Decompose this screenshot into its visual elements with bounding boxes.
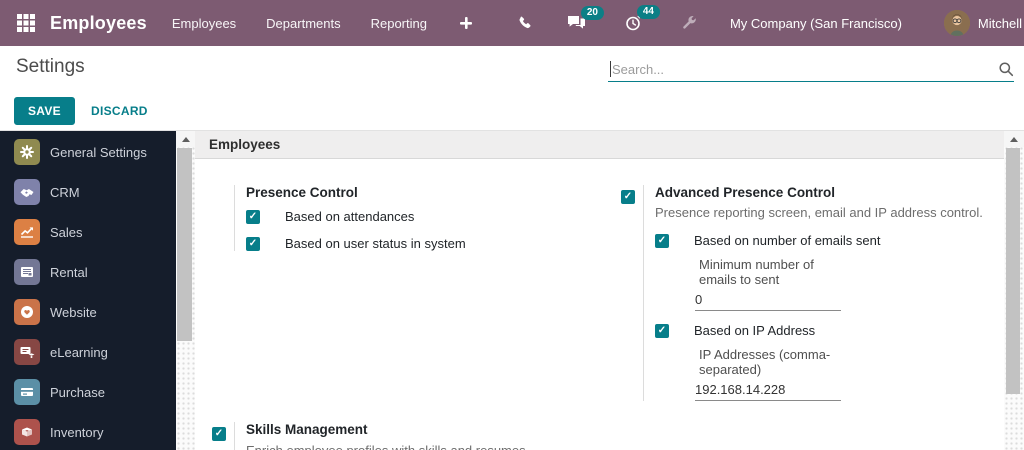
ip-address-label[interactable]: Based on IP Address	[694, 323, 815, 338]
list-icon	[14, 259, 40, 285]
option-row: Based on attendances	[246, 209, 621, 224]
search-input[interactable]	[608, 59, 998, 79]
advanced-presence-title: Advanced Presence Control	[655, 185, 836, 200]
sidebar-item-label: eLearning	[50, 344, 108, 360]
control-panel: Settings SAVE DISCARD	[0, 46, 1024, 130]
skills-management-title: Skills Management	[246, 422, 368, 438]
option-row: Based on user status in system	[246, 236, 621, 251]
messages-icon[interactable]: 20	[556, 6, 604, 31]
menu-employees[interactable]: Employees	[157, 0, 251, 46]
option-row: Based on IP Address	[655, 323, 996, 338]
settings-sidebar: General Settings CRM Sales Rental Websit…	[0, 131, 176, 450]
skills-management-description: Enrich employee profiles with skills and…	[246, 443, 621, 450]
odoo-settings-page: Employees Employees Departments Reportin…	[0, 0, 1024, 450]
advanced-presence-description: Presence reporting screen, email and IP …	[655, 205, 983, 221]
gear-icon	[14, 139, 40, 165]
emails-sent-checkbox[interactable]	[655, 233, 669, 248]
current-app-title: Employees	[50, 12, 147, 33]
setting-left-pane	[621, 185, 643, 401]
user-menu[interactable]: Mitchell Admin	[943, 10, 1024, 36]
emails-sent-label[interactable]: Based on number of emails sent	[694, 233, 880, 248]
option-row: Based on number of emails sent	[655, 233, 996, 248]
activities-clock-icon[interactable]: 44	[614, 5, 660, 32]
user-name: Mitchell Admin	[977, 15, 1024, 31]
company-switcher[interactable]: My Company (San Francisco)	[730, 16, 902, 31]
advanced-presence-box: Advanced Presence Control Presence repor…	[621, 185, 996, 402]
presence-control-box: Presence Control Based on attendances Ba…	[212, 185, 621, 252]
apps-grid-icon[interactable]	[16, 12, 36, 34]
sidebar-item-inventory[interactable]: Inventory	[0, 412, 176, 450]
save-button[interactable]: SAVE	[14, 97, 75, 125]
scroll-up-arrow[interactable]	[176, 131, 195, 147]
ip-address-checkbox[interactable]	[655, 323, 669, 338]
search-bar	[608, 57, 1014, 82]
sidebar-item-label: Sales	[50, 224, 83, 240]
attendances-checkbox[interactable]	[246, 209, 260, 224]
user-avatar	[943, 10, 970, 36]
sidebar-scrollbar	[176, 131, 195, 450]
search-icon[interactable]	[998, 61, 1014, 77]
menu-departments[interactable]: Departments	[251, 0, 355, 46]
sidebar-item-label: Purchase	[50, 384, 105, 400]
activities-count-badge: 44	[636, 5, 660, 19]
attendances-label[interactable]: Based on attendances	[285, 209, 414, 224]
sidebar-item-label: General Settings	[50, 144, 147, 160]
min-emails-field-group: Minimum number of emails to sent	[695, 257, 845, 312]
presentation-icon	[14, 339, 40, 365]
setting-right-pane: Presence Control Based on attendances Ba…	[234, 185, 621, 252]
plus-icon[interactable]	[448, 16, 484, 30]
user-status-checkbox[interactable]	[246, 236, 260, 251]
sidebar-item-label: Inventory	[50, 424, 104, 440]
scroll-up-arrow[interactable]	[1004, 131, 1024, 147]
page-title: Settings	[16, 56, 85, 77]
advanced-presence-checkbox[interactable]	[621, 190, 635, 204]
handshake-icon	[14, 179, 40, 205]
sidebar-item-general-settings[interactable]: General Settings	[0, 132, 176, 172]
cp-buttons: SAVE DISCARD	[14, 97, 148, 125]
ip-addresses-label: IP Addresses (comma-separated)	[699, 347, 831, 378]
main-area: General Settings CRM Sales Rental Websit…	[0, 130, 1024, 450]
box-icon	[14, 419, 40, 445]
presence-control-title: Presence Control	[246, 185, 358, 200]
ip-addresses-input[interactable]	[695, 379, 841, 402]
sidebar-item-label: Website	[50, 304, 97, 320]
skills-management-box: Skills Management Enrich employee profil…	[212, 422, 621, 450]
setting-left-pane	[212, 422, 234, 450]
card-icon	[14, 379, 40, 405]
sidebar-item-purchase[interactable]: Purchase	[0, 372, 176, 412]
sidebar-item-sales[interactable]: Sales	[0, 212, 176, 252]
menu-reporting[interactable]: Reporting	[356, 0, 442, 46]
user-status-label[interactable]: Based on user status in system	[285, 236, 466, 251]
sidebar-item-website[interactable]: Website	[0, 292, 176, 332]
ip-addresses-field-group: IP Addresses (comma-separated)	[695, 347, 845, 402]
setting-right-pane: Skills Management Enrich employee profil…	[234, 422, 621, 450]
sidebar-item-rental[interactable]: Rental	[0, 252, 176, 292]
content-scrollbar	[1004, 131, 1024, 450]
app-menu: Employees Departments Reporting	[157, 0, 442, 46]
settings-grid: Presence Control Based on attendances Ba…	[195, 159, 1004, 450]
settings-content: Employees Presence Control Based on atte…	[195, 131, 1004, 450]
messages-count-badge: 20	[580, 6, 604, 20]
min-emails-input[interactable]	[695, 289, 841, 312]
phone-icon[interactable]	[506, 15, 544, 31]
setting-right-pane: Advanced Presence Control Presence repor…	[643, 185, 996, 402]
top-navbar: Employees Employees Departments Reportin…	[0, 0, 1024, 46]
text-caret	[610, 61, 611, 77]
chart-icon	[14, 219, 40, 245]
sidebar-item-crm[interactable]: CRM	[0, 172, 176, 212]
sidebar-item-label: CRM	[50, 184, 80, 200]
min-emails-label: Minimum number of emails to sent	[699, 257, 814, 288]
sidebar-scrollbar-thumb[interactable]	[177, 148, 192, 341]
systray: 20 44	[448, 5, 708, 32]
setting-left-pane	[212, 185, 234, 251]
sidebar-item-label: Rental	[50, 264, 88, 280]
skills-management-checkbox[interactable]	[212, 427, 226, 442]
tools-wrench-icon[interactable]	[670, 15, 708, 31]
discard-button[interactable]: DISCARD	[91, 104, 148, 118]
section-header: Employees	[195, 131, 1004, 159]
globe-icon	[14, 299, 40, 325]
content-scrollbar-thumb[interactable]	[1006, 148, 1020, 394]
sidebar-item-elearning[interactable]: eLearning	[0, 332, 176, 372]
